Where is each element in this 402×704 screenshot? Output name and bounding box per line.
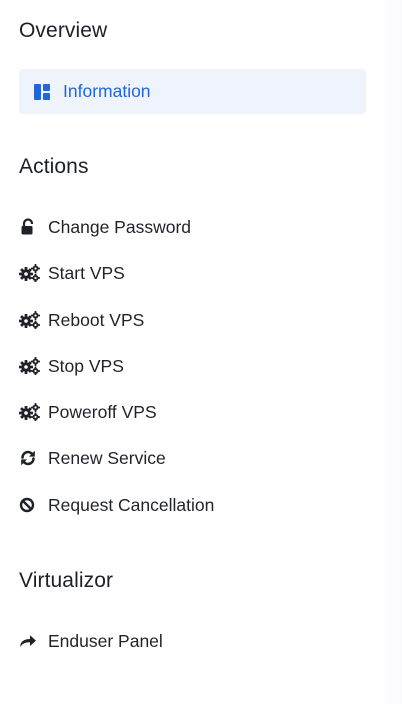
dashboard-icon bbox=[34, 84, 50, 100]
menu-item-label: Information bbox=[63, 81, 151, 101]
menu-item-label: Enduser Panel bbox=[48, 631, 163, 651]
menu-item-enduser-panel[interactable]: Enduser Panel bbox=[19, 626, 359, 656]
menu-item-label: Start VPS bbox=[48, 263, 125, 283]
cogs-icon bbox=[19, 357, 40, 375]
menu-item-start-vps[interactable]: Start VPS bbox=[19, 258, 359, 288]
section-title-overview: Overview bbox=[19, 19, 108, 42]
section-title-virtualizor: Virtualizor bbox=[19, 569, 114, 592]
menu-item-change-password[interactable]: Change Password bbox=[19, 212, 359, 242]
sidebar-panel: Overview Information Actions Change Pass… bbox=[0, 0, 402, 704]
menu-item-label: Request Cancellation bbox=[48, 495, 215, 515]
ban-icon bbox=[19, 496, 37, 514]
lock-icon bbox=[19, 218, 37, 236]
cogs-icon bbox=[19, 264, 40, 282]
sync-icon bbox=[19, 449, 37, 467]
menu-item-label: Stop VPS bbox=[48, 356, 124, 376]
share-arrow-icon bbox=[19, 632, 37, 650]
menu-item-reboot-vps[interactable]: Reboot VPS bbox=[19, 305, 359, 335]
menu-item-stop-vps[interactable]: Stop VPS bbox=[19, 351, 359, 381]
menu-item-renew-service[interactable]: Renew Service bbox=[19, 443, 359, 473]
menu-item-label: Poweroff VPS bbox=[48, 402, 157, 422]
menu-item-request-cancellation[interactable]: Request Cancellation bbox=[19, 490, 359, 520]
menu-item-label: Reboot VPS bbox=[48, 310, 145, 330]
menu-item-label: Change Password bbox=[48, 217, 191, 237]
cogs-icon bbox=[19, 403, 40, 421]
section-title-actions: Actions bbox=[19, 155, 89, 178]
cogs-icon bbox=[19, 311, 40, 329]
menu-item-label: Renew Service bbox=[48, 448, 166, 468]
menu-item-information[interactable]: Information bbox=[19, 69, 366, 114]
menu-item-poweroff-vps[interactable]: Poweroff VPS bbox=[19, 397, 359, 427]
